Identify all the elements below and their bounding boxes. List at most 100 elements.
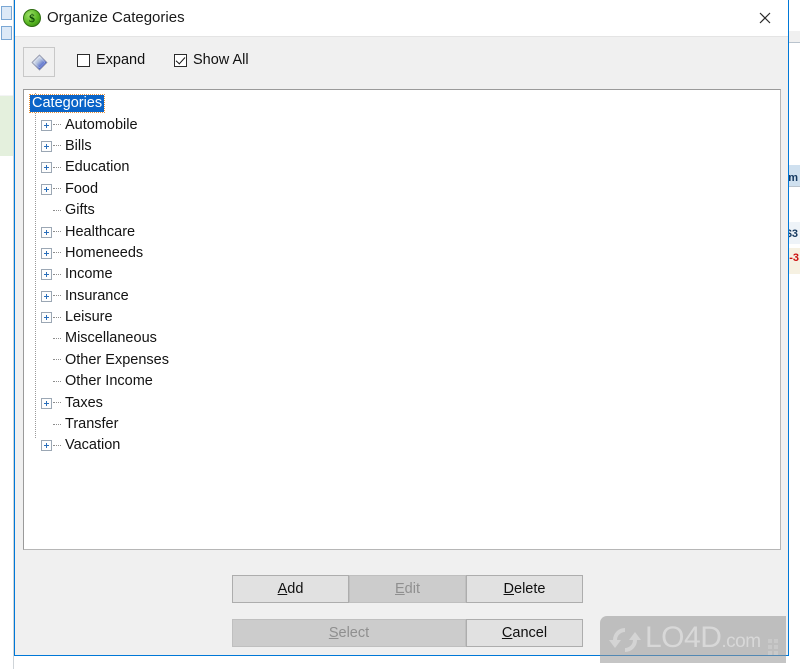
print-preview-button[interactable] [23,47,55,77]
expand-checkbox-label: Expand [96,52,146,68]
tree-root-label: Categories [28,94,106,114]
expand-plus-icon[interactable] [41,140,52,152]
expand-plus-icon[interactable] [41,397,52,409]
categories-tree-panel[interactable]: Categories Automobile Bills Education Food G… [23,89,781,550]
tree-connector-dash [53,145,61,147]
tree-item[interactable]: Bills [30,136,780,157]
tree-item-label: Taxes [65,394,103,411]
tree-connector-dash [53,188,61,190]
expand-plus-icon[interactable] [41,247,52,259]
expand-plus-icon[interactable] [41,312,52,324]
tree-item[interactable]: Healthcare [30,221,780,242]
edit-button: Edit [349,575,466,603]
organize-categories-dialog: $ Organize Categories Expand Show All Ca… [14,0,789,656]
tree-item[interactable]: Homeneeds [30,243,780,264]
show-all-checkbox-box[interactable] [174,54,187,67]
expand-plus-icon[interactable] [41,440,52,452]
expand-plus-icon[interactable] [41,183,52,195]
show-all-checkbox[interactable]: Show All [174,53,249,68]
delete-button-accel: D [503,581,515,597]
tree-item-label: Healthcare [65,223,136,240]
background-left-panel [0,0,14,669]
tree-item-label: Bills [65,137,92,154]
add-button[interactable]: Add [232,575,349,603]
expand-plus-icon[interactable] [41,226,52,238]
tree-connector-dash [53,402,61,404]
watermark-text: LO4D.com [645,620,761,657]
background-left-grid [0,0,13,95]
close-icon[interactable] [742,0,788,36]
expand-checkbox[interactable]: Expand [77,53,145,68]
tree-connector-dash [53,252,61,254]
tree-item[interactable]: Leisure [30,307,780,328]
expand-plus-icon[interactable] [41,119,52,131]
tree-item-list: Automobile Bills Education Food Gifts Healthc… [30,114,780,456]
dialog-titlebar: $ Organize Categories [15,0,788,37]
add-button-label-rest: dd [287,581,304,597]
tree-item[interactable]: Insurance [30,286,780,307]
tree-item-label: Gifts [65,202,95,219]
edit-button-accel: E [395,581,405,597]
tree-item[interactable]: Other Expenses [30,350,780,371]
cancel-button[interactable]: Cancel [466,619,583,647]
tree-connector-dash [53,231,61,233]
dialog-title: Organize Categories [47,9,185,26]
tree-item[interactable]: Taxes [30,392,780,413]
select-button: Select [232,619,466,647]
tree-item[interactable]: Gifts [30,200,780,221]
edit-button-label-rest: dit [404,581,420,597]
tree-root-categories[interactable]: Categories [28,93,780,114]
tree-item[interactable]: Automobile [30,114,780,135]
cancel-button-accel: C [501,625,513,641]
tree-item-label: Other Income [65,373,153,390]
tree-item[interactable]: Income [30,264,780,285]
watermark-main: LO4D [645,620,722,654]
tree-connector-dash [53,359,61,361]
tree-item-label: Food [65,180,99,197]
delete-button-label-rest: elete [514,581,546,597]
add-button-accel: A [277,581,288,597]
expand-plus-icon[interactable] [41,162,52,174]
tree-item-label: Insurance [65,287,129,304]
expand-plus-icon[interactable] [41,290,52,302]
tree-item-label: Leisure [65,309,113,326]
dollar-coin-icon: $ [23,9,41,27]
tree-item[interactable]: Vacation [30,435,780,456]
tree-connector-dash [53,273,61,276]
background-right-negative-text: -3 [789,252,799,264]
tree-item-label: Automobile [65,116,138,133]
categories-tree: Categories Automobile Bills Education Food G… [24,90,780,457]
tree-item-label: Education [65,159,130,176]
tree-connector-dash [53,380,61,383]
tree-item[interactable]: Food [30,179,780,200]
tree-connector-dash [53,444,61,447]
dialog-toolbar: Expand Show All [15,37,788,88]
tree-connector-dash [53,209,61,212]
background-left-white-area [0,156,13,669]
tree-item-label: Income [65,266,113,283]
expand-checkbox-box[interactable] [77,54,90,67]
tree-connector-dash [53,124,61,126]
tree-item[interactable]: Other Income [30,371,780,392]
show-all-checkbox-label: Show All [193,52,249,68]
background-left-cell [1,6,12,20]
watermark-suffix: .com [721,630,761,652]
cancel-button-label-rest: ancel [512,625,548,641]
tree-item[interactable]: Miscellaneous [30,328,780,349]
tree-connector-dash [53,166,61,169]
expand-plus-icon[interactable] [41,269,52,281]
tree-item[interactable]: Education [30,157,780,178]
tree-item-label: Transfer [65,416,119,433]
delete-button[interactable]: Delete [466,575,583,603]
screen-root: Am $3 $3 -3 $ Organize Categories [0,0,800,669]
tree-connector-dash [53,423,61,426]
tree-connector-dash [53,337,61,340]
select-button-accel: S [328,625,339,641]
tree-item-label: Miscellaneous [65,330,157,347]
diamond-gradient-icon [30,53,49,72]
tree-item[interactable]: Transfer [30,414,780,435]
